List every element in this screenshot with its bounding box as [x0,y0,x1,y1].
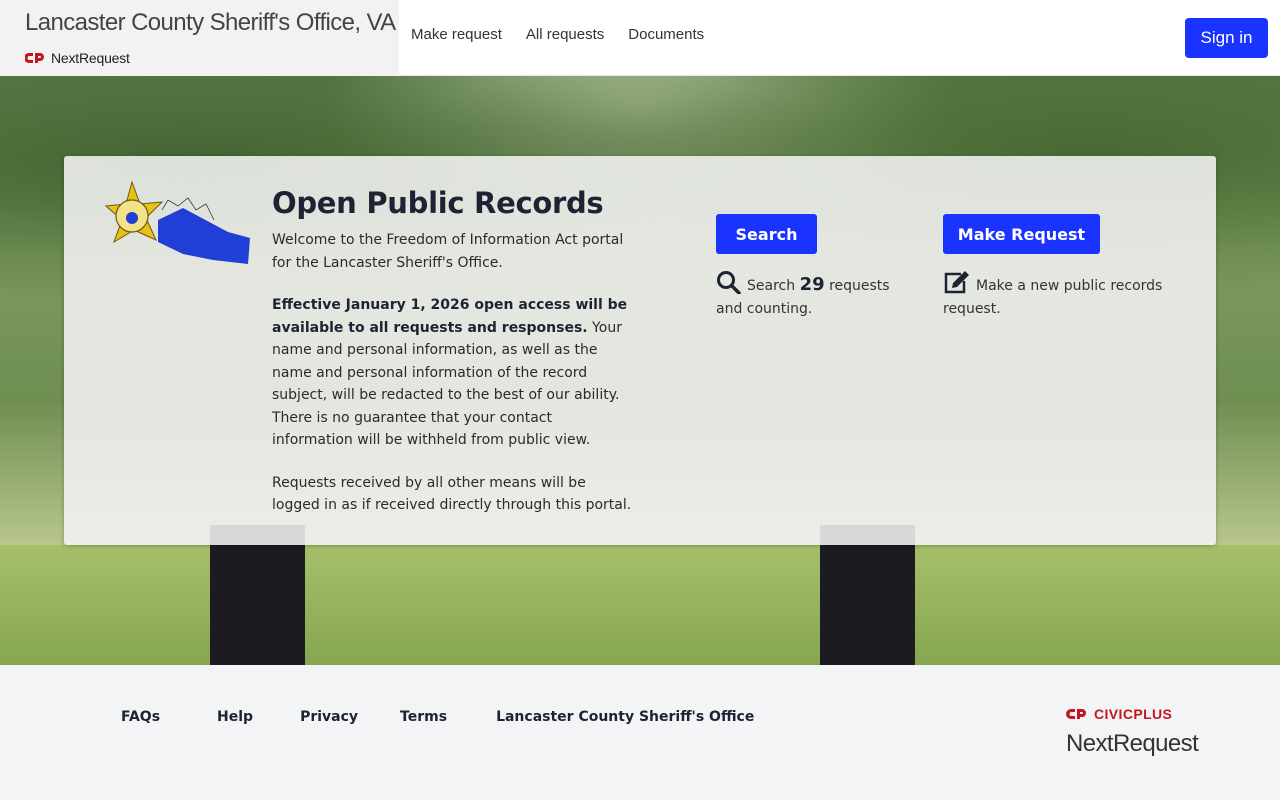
main-nav: Make request All requests Documents [411,26,704,43]
intro-text: Welcome to the Freedom of Information Ac… [272,229,632,537]
footer-link-terms[interactable]: Terms [400,709,447,725]
nav-all-requests[interactable]: All requests [526,26,604,43]
footer-link-agency[interactable]: Lancaster County Sheriff's Office [496,709,754,725]
civicplus-mark-icon [1066,709,1086,719]
top-header: Lancaster County Sheriff's Office, VA Ne… [0,0,1280,76]
nav-make-request[interactable]: Make request [411,26,502,43]
nextrequest-label: NextRequest [51,50,130,66]
civicplus-logo-icon [25,53,44,63]
nextrequest-logo[interactable]: NextRequest [25,49,130,67]
intro-paragraph-3: Requests received by all other means wil… [272,474,632,514]
edit-icon [944,271,969,294]
make-request-description: Make a new public records request. [943,270,1163,321]
grass-backdrop [0,545,1280,665]
search-text-before: Search [747,278,796,294]
search-button[interactable]: Search [716,214,817,254]
make-request-button[interactable]: Make Request [943,214,1100,254]
request-count: 29 [799,274,825,295]
agency-name[interactable]: Lancaster County Sheriff's Office, VA [25,9,396,37]
civicplus-logo[interactable]: CIVICPLUS [1066,706,1172,722]
civicplus-label: CIVICPLUS [1094,706,1173,722]
nextrequest-footer-label: NextRequest [1066,730,1199,757]
open-access-notice: Effective January 1, 2026 open access wi… [272,297,628,336]
search-icon [717,271,741,295]
footer-link-faqs[interactable]: FAQs [121,709,160,725]
privacy-notice: Your name and personal information, as w… [272,319,622,449]
sign-post-left [210,525,305,665]
footer-links: FAQs Help Privacy Terms Lancaster County… [121,709,754,725]
search-description: Search 29 requests and counting. [716,270,916,321]
intro-paragraph-2: Effective January 1, 2026 open access wi… [272,294,632,452]
sheriff-badge-logo [104,180,250,264]
make-request-text: Make a new public records request. [943,278,1163,317]
sign-in-button[interactable]: Sign in [1185,18,1268,58]
footer-link-privacy[interactable]: Privacy [300,709,358,725]
sign-post-right [820,525,915,665]
nav-documents[interactable]: Documents [628,26,704,43]
intro-paragraph-1: Welcome to the Freedom of Information Ac… [272,232,624,271]
page-title: Open Public Records [272,186,604,220]
brand-area: Lancaster County Sheriff's Office, VA Ne… [0,0,399,76]
footer-link-help[interactable]: Help [217,709,253,725]
